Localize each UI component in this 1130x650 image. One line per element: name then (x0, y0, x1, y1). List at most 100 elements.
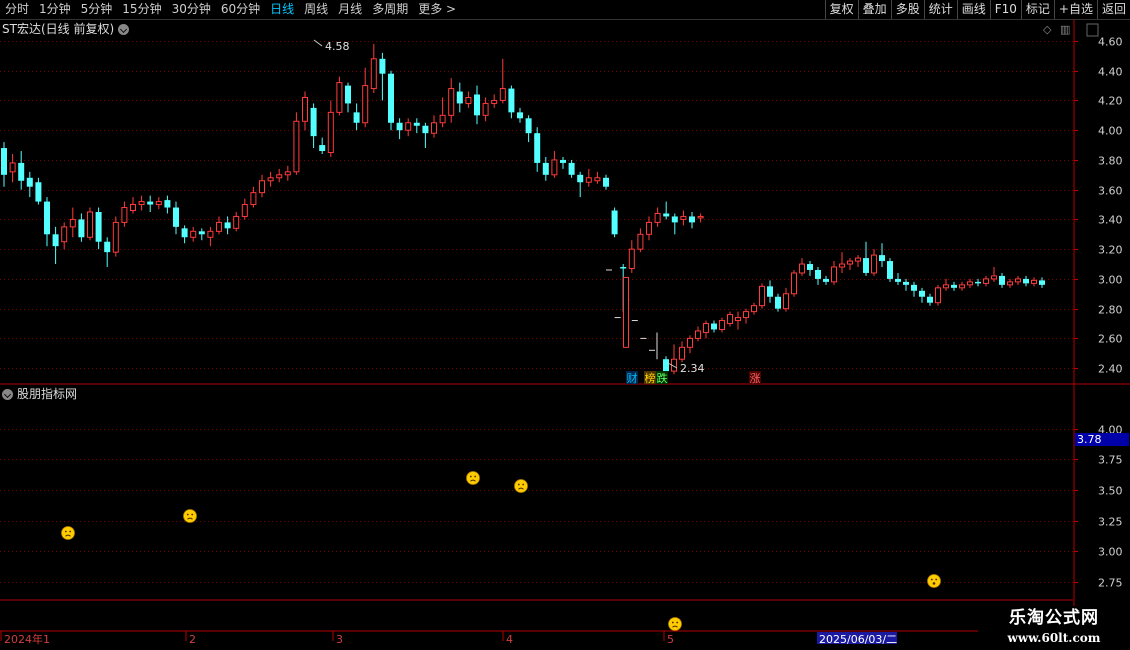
candle (959, 284, 965, 289)
candle (310, 107, 317, 137)
candle (671, 358, 677, 372)
candle (1015, 278, 1021, 283)
candle (663, 359, 669, 372)
period-tab-1[interactable]: 1分钟 (34, 0, 76, 19)
toolbar-button-2[interactable]: 多股 (890, 0, 924, 19)
candle (1031, 279, 1037, 284)
candle (138, 201, 145, 206)
face-eye (671, 621, 674, 624)
candle (711, 323, 717, 330)
period-tab-5[interactable]: 60分钟 (216, 0, 265, 19)
candle (1, 148, 7, 175)
candle (680, 215, 687, 220)
period-tab-4[interactable]: 30分钟 (167, 0, 216, 19)
candle (517, 112, 523, 119)
candle (207, 230, 214, 238)
period-tab-10[interactable]: 更多 > (413, 0, 461, 19)
period-tab-0[interactable]: 分时 (0, 0, 34, 19)
candle (775, 296, 781, 309)
candle (767, 286, 773, 297)
candle (759, 285, 765, 307)
candle (603, 177, 609, 187)
candle (654, 212, 661, 223)
price-chart-canvas: 4.60 4.40 4.20 4.00 3.80 3.60 3.40 3.20 3.00 2.80… (0, 20, 1130, 650)
candle (147, 201, 154, 205)
candle (104, 241, 111, 253)
candle (695, 330, 701, 339)
high-price-label: 4.58 (325, 40, 350, 53)
face-eye (474, 475, 477, 478)
period-tab-7[interactable]: 周线 (299, 0, 333, 19)
time-label: 4 (506, 633, 513, 646)
indicator-current-value: 3.78 (1075, 433, 1129, 446)
candle (611, 210, 618, 235)
marker-1: 榜 (645, 371, 656, 385)
period-tab-6[interactable]: 日线 (265, 0, 299, 19)
candle (405, 122, 412, 131)
period-tab-3[interactable]: 15分钟 (117, 0, 166, 19)
face-mouth (518, 487, 524, 490)
candle (327, 111, 334, 154)
low-arrow (667, 362, 678, 369)
candle (267, 177, 274, 182)
diamond-icon[interactable]: ◇ (1043, 23, 1051, 36)
candle (863, 258, 869, 273)
candle (95, 211, 102, 242)
marker-bg (656, 371, 668, 384)
candle (783, 293, 789, 310)
candle (951, 284, 957, 288)
watermark-title: 乐淘公式网 (1009, 608, 1099, 628)
candle (499, 88, 506, 101)
toolbar-button-4[interactable]: 画线 (956, 0, 990, 19)
candle (525, 118, 532, 134)
candle (18, 162, 25, 181)
candle (198, 231, 205, 235)
candle (927, 296, 933, 303)
scrollbar-icon[interactable]: ▥ (1060, 23, 1070, 36)
toolbar-button-1[interactable]: 叠加 (857, 0, 891, 19)
period-tab-9[interactable]: 多周期 (367, 0, 413, 19)
period-tab-2[interactable]: 5分钟 (76, 0, 118, 19)
toolbar-button-3[interactable]: 统计 (923, 0, 957, 19)
candle (791, 272, 797, 295)
time-label: 2 (189, 633, 196, 646)
period-tab-8[interactable]: 月线 (333, 0, 367, 19)
chart-options-toggle-icon[interactable] (118, 23, 130, 35)
marker-2: 跌 (657, 371, 668, 385)
candle (679, 346, 685, 360)
candle (727, 314, 733, 325)
candle (233, 215, 240, 229)
chart-corner-icons: ◇ ▥ (1043, 23, 1070, 36)
candle (353, 112, 360, 123)
candle (259, 180, 265, 194)
candle (26, 177, 33, 187)
candle (482, 102, 489, 116)
candle (887, 261, 893, 279)
collapse-toggle-icon[interactable] (2, 388, 13, 400)
candle (991, 275, 997, 280)
candle (577, 174, 584, 183)
toolbar-buttons: 复权 叠加 多股 统计 画线 F10 标记 +自选 返回 (824, 0, 1130, 19)
toolbar-button-5[interactable]: F10 (989, 0, 1021, 19)
candle (703, 323, 709, 333)
candle (370, 58, 377, 90)
candle (9, 162, 16, 173)
candle (250, 192, 257, 206)
toolbar-button-7[interactable]: +自选 (1053, 0, 1097, 19)
candle (52, 234, 59, 247)
candle (1039, 280, 1045, 285)
indicator-tick-label: 2.75 (1098, 577, 1123, 590)
face-mouth (470, 479, 476, 482)
face-eye (676, 621, 679, 624)
candle (190, 230, 197, 238)
toolbar-button-6[interactable]: 标记 (1020, 0, 1054, 19)
price-tick-label: 4.20 (1098, 95, 1123, 108)
toolbar-button-0[interactable]: 复权 (824, 0, 858, 19)
face-eye (469, 475, 472, 478)
candle (422, 125, 429, 134)
toolbar-button-8[interactable]: 返回 (1096, 0, 1130, 19)
limit-candle (623, 276, 629, 348)
candle (293, 120, 300, 173)
face-eye (517, 483, 520, 486)
candle (735, 317, 741, 322)
